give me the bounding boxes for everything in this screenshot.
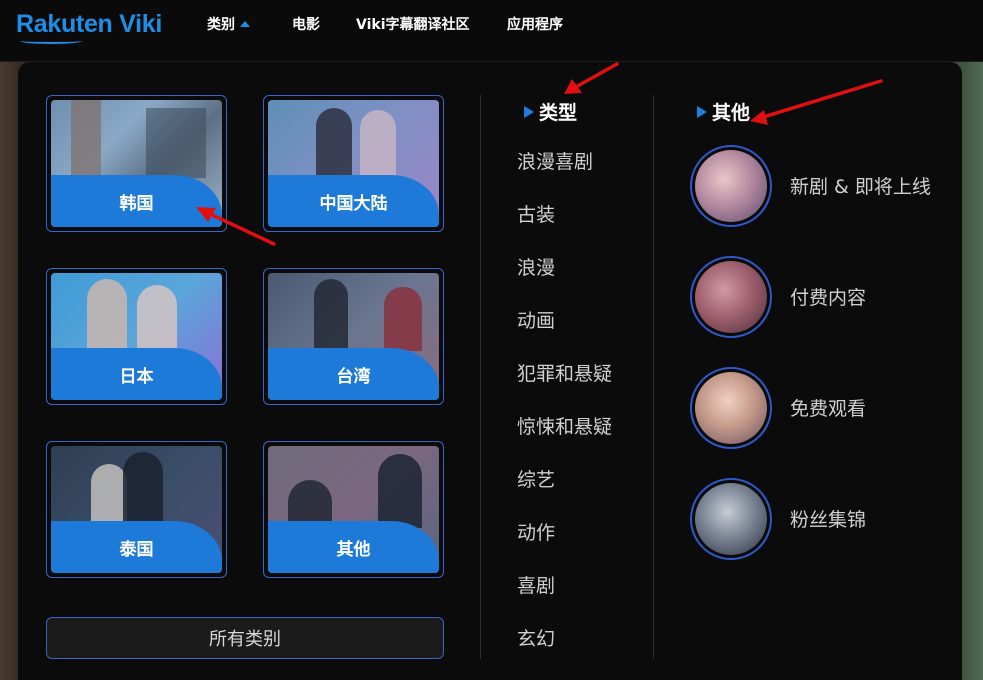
other-item-new-upcoming[interactable]: 新剧 & 即将上线 — [690, 145, 950, 227]
japan-thumbnail: 日本 — [51, 273, 222, 400]
other-heading: 其他 — [697, 98, 750, 125]
genre-item[interactable]: 犯罪和悬疑 — [517, 359, 612, 386]
divider — [653, 95, 654, 659]
top-nav: Rakuten Viki 类别 电影 Viki字幕翻译社区 应用程序 — [0, 0, 983, 62]
nav-apps[interactable]: 应用程序 — [507, 14, 563, 34]
region-card-japan[interactable]: 日本 — [46, 268, 227, 405]
thailand-thumbnail: 泰国 — [51, 446, 222, 573]
other-item-free[interactable]: 免费观看 — [690, 367, 950, 449]
triangle-right-icon — [697, 105, 707, 118]
card-label: 台湾 — [268, 348, 439, 400]
nav-subtitle-community[interactable]: Viki字幕翻译社区 — [356, 14, 470, 34]
card-label: 其他 — [268, 521, 439, 573]
other-item-fan-highlights[interactable]: 粉丝集锦 — [690, 478, 950, 560]
region-card-taiwan[interactable]: 台湾 — [263, 268, 444, 405]
region-card-korea[interactable]: 韩国 — [46, 95, 227, 232]
taiwan-thumbnail: 台湾 — [268, 273, 439, 400]
nav-movies[interactable]: 电影 — [292, 14, 320, 34]
divider — [480, 95, 481, 659]
genre-item[interactable]: 玄幻 — [517, 624, 555, 651]
free-thumbnail — [690, 367, 772, 449]
other-item-label: 付费内容 — [790, 287, 867, 309]
nav-categories[interactable]: 类别 — [207, 14, 250, 34]
other-thumbnail: 其他 — [268, 446, 439, 573]
korea-thumbnail: 韩国 — [51, 100, 222, 227]
genre-item[interactable]: 浪漫 — [517, 253, 555, 280]
genre-item[interactable]: 动作 — [517, 518, 555, 545]
other-item-label: 新剧 & 即将上线 — [790, 176, 931, 198]
genre-item[interactable]: 动画 — [517, 306, 555, 333]
genre-item[interactable]: 喜剧 — [517, 571, 555, 598]
region-card-china[interactable]: 中国大陆 — [263, 95, 444, 232]
genre-item[interactable]: 古装 — [517, 200, 555, 227]
genre-item[interactable]: 惊悚和悬疑 — [517, 412, 612, 439]
genre-item[interactable]: 综艺 — [517, 465, 555, 492]
nav-categories-label: 类别 — [207, 17, 235, 33]
genres-heading-label: 类型 — [539, 102, 578, 124]
card-label: 日本 — [51, 348, 222, 400]
genre-item[interactable]: 浪漫喜剧 — [517, 147, 593, 174]
triangle-right-icon — [524, 105, 534, 118]
all-categories-button[interactable]: 所有类别 — [46, 617, 444, 659]
region-card-other[interactable]: 其他 — [263, 441, 444, 578]
rakuten-viki-logo[interactable]: Rakuten Viki — [16, 10, 162, 39]
logo-swoosh — [20, 38, 82, 44]
card-label: 韩国 — [51, 175, 222, 227]
fan-highlights-thumbnail — [690, 478, 772, 560]
genres-heading: 类型 — [524, 98, 577, 125]
other-item-paid[interactable]: 付费内容 — [690, 256, 950, 338]
china-thumbnail: 中国大陆 — [268, 100, 439, 227]
new-upcoming-thumbnail — [690, 145, 772, 227]
card-label: 泰国 — [51, 521, 222, 573]
categories-dropdown: 韩国 中国大陆 日本 台湾 泰国 其他 所有类别 类型 浪漫喜剧 古装 浪漫 动… — [18, 62, 962, 680]
caret-up-icon — [240, 21, 250, 27]
paid-thumbnail — [690, 256, 772, 338]
other-heading-label: 其他 — [712, 102, 751, 124]
region-card-thailand[interactable]: 泰国 — [46, 441, 227, 578]
other-item-label: 粉丝集锦 — [790, 509, 867, 531]
other-item-label: 免费观看 — [790, 398, 867, 420]
card-label: 中国大陆 — [268, 175, 439, 227]
